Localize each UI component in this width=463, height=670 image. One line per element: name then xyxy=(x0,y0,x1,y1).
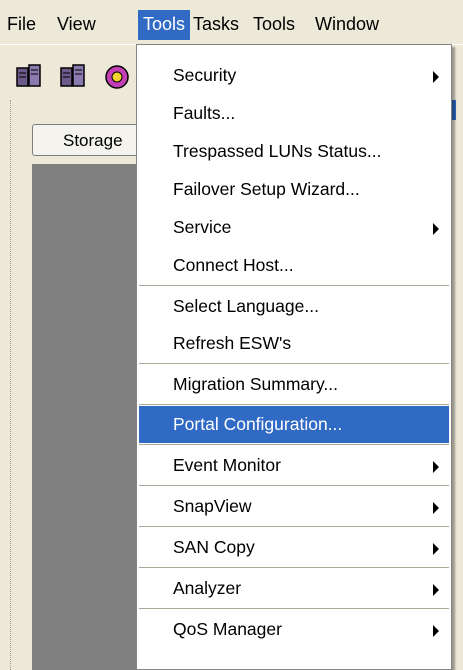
menu-separator xyxy=(139,444,449,445)
submenu-arrow-icon xyxy=(433,223,439,235)
menu-item-analyzer[interactable]: Analyzer xyxy=(139,570,449,607)
storage-tab[interactable]: Storage xyxy=(32,124,152,156)
menu-item-service[interactable]: Service xyxy=(139,209,449,246)
menu-item-label: Security xyxy=(173,65,237,85)
menu-item-label: Failover Setup Wizard... xyxy=(173,179,360,199)
storage-system-icon[interactable] xyxy=(58,62,88,92)
menu-bar: File View Tools Tasks Tools Window xyxy=(0,0,463,45)
menu-separator xyxy=(139,285,449,286)
storage-system-icon[interactable] xyxy=(14,62,44,92)
menu-item-label: Event Monitor xyxy=(173,455,281,475)
submenu-arrow-icon xyxy=(433,502,439,514)
menu-item-label: Faults... xyxy=(173,103,236,123)
menu-separator xyxy=(139,608,449,609)
wizard-icon[interactable] xyxy=(102,62,132,92)
menu-item-migration-summary[interactable]: Migration Summary... xyxy=(139,366,449,403)
menu-item-trespassed-luns-status[interactable]: Trespassed LUNs Status... xyxy=(139,133,449,170)
menu-item-label: Analyzer xyxy=(173,578,242,598)
menu-item-label: Portal Configuration... xyxy=(173,414,343,434)
menu-item-san-copy[interactable]: SAN Copy xyxy=(139,529,449,566)
submenu-arrow-icon xyxy=(433,461,439,473)
menu-item-select-language[interactable]: Select Language... xyxy=(139,288,449,325)
menu-item-refresh-esws[interactable]: Refresh ESW's xyxy=(139,325,449,362)
menu-item-label: Migration Summary... xyxy=(173,374,338,394)
tools-menu: Security Faults... Trespassed LUNs Statu… xyxy=(136,44,452,670)
menu-item-security[interactable]: Security xyxy=(139,57,449,94)
submenu-arrow-icon xyxy=(433,625,439,637)
menu-separator xyxy=(139,363,449,364)
menu-separator xyxy=(139,526,449,527)
menu-item-label: SAN Copy xyxy=(173,537,255,557)
menu-item-event-monitor[interactable]: Event Monitor xyxy=(139,447,449,484)
menu-item-faults[interactable]: Faults... xyxy=(139,95,449,132)
submenu-arrow-icon xyxy=(433,543,439,555)
menu-view[interactable]: View xyxy=(52,10,101,40)
menu-file[interactable]: File xyxy=(2,10,41,40)
menu-item-label: QoS Manager xyxy=(173,619,282,639)
menu-item-label: Select Language... xyxy=(173,296,319,316)
menu-item-failover-setup-wizard[interactable]: Failover Setup Wizard... xyxy=(139,171,449,208)
submenu-arrow-icon xyxy=(433,584,439,596)
dock-grip[interactable] xyxy=(0,100,11,670)
menu-item-connect-host[interactable]: Connect Host... xyxy=(139,247,449,284)
submenu-arrow-icon xyxy=(433,71,439,83)
menu-tools[interactable]: Tools xyxy=(138,10,191,40)
menu-item-portal-configuration[interactable]: Portal Configuration... xyxy=(139,406,449,443)
menu-item-label: SnapView xyxy=(173,496,252,516)
menu-separator xyxy=(139,567,449,568)
menu-window[interactable]: Window xyxy=(310,10,384,40)
menu-item-label: Connect Host... xyxy=(173,255,294,275)
tree-panel xyxy=(32,164,152,670)
menu-tasks[interactable]: Tasks xyxy=(188,10,244,40)
menu-tools-2[interactable]: Tools xyxy=(248,10,300,40)
menu-separator xyxy=(139,404,449,405)
window-edge xyxy=(452,100,456,120)
menu-item-label: Trespassed LUNs Status... xyxy=(173,141,382,161)
menu-item-label: Refresh ESW's xyxy=(173,333,292,353)
menu-separator xyxy=(139,485,449,486)
menu-item-label: Service xyxy=(173,217,232,237)
menu-item-snapview[interactable]: SnapView xyxy=(139,488,449,525)
menu-item-qos-manager[interactable]: QoS Manager xyxy=(139,611,449,648)
